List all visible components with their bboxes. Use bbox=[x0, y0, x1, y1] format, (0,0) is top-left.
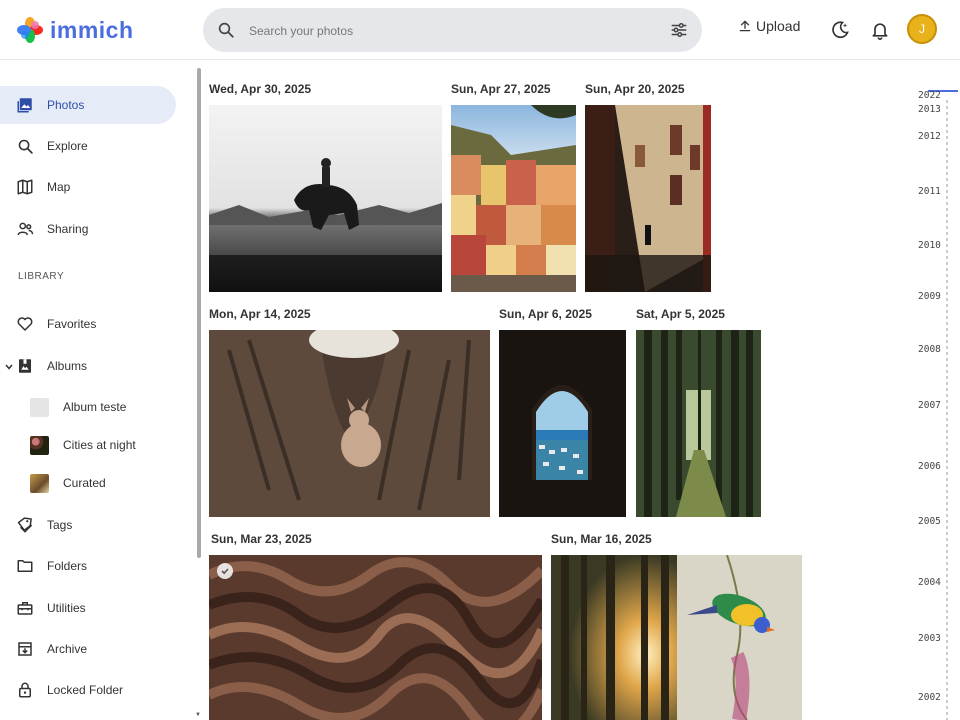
search-bar[interactable] bbox=[203, 8, 702, 52]
timeline-year: 2007 bbox=[918, 400, 941, 411]
album-item-cities-at-night[interactable]: Cities at night bbox=[30, 430, 136, 460]
timeline-year: 2004 bbox=[918, 577, 941, 588]
sharing-icon bbox=[17, 222, 34, 236]
app-logo[interactable]: immich bbox=[16, 16, 134, 44]
scroll-down-arrow-icon[interactable]: ▼ bbox=[195, 712, 201, 718]
photo-thumbnail[interactable] bbox=[677, 555, 802, 720]
tag-icon bbox=[17, 517, 33, 533]
sidebar-item-label: Folders bbox=[47, 559, 88, 573]
app-name: immich bbox=[50, 16, 134, 43]
sidebar-item-favorites[interactable]: Favorites bbox=[0, 305, 176, 343]
sidebar-item-label: Sharing bbox=[47, 222, 89, 236]
photos-icon bbox=[17, 98, 32, 113]
user-avatar[interactable]: J bbox=[907, 14, 937, 44]
timeline-year: 2013 bbox=[918, 104, 941, 115]
sidebar-item-label: Archive bbox=[47, 642, 88, 656]
sidebar-item-albums[interactable]: Albums bbox=[0, 347, 176, 385]
timeline-scrubber[interactable]: 2022 2013 2012 2011 2010 2009 2008 2007 … bbox=[900, 60, 960, 720]
sidebar-item-archive[interactable]: Archive bbox=[0, 630, 176, 668]
sidebar-item-utilities[interactable]: Utilities bbox=[0, 589, 176, 627]
timeline-year: 2005 bbox=[918, 516, 941, 527]
date-group-label: Sun, Mar 16, 2025 bbox=[551, 532, 652, 546]
toolbox-icon bbox=[17, 602, 33, 615]
archive-icon bbox=[18, 642, 32, 656]
folder-icon bbox=[17, 560, 33, 572]
album-label: Cities at night bbox=[63, 438, 136, 452]
sidebar: Photos Explore Map Sharing LIBRARY Favor… bbox=[0, 60, 196, 720]
photo-thumbnail[interactable] bbox=[209, 105, 442, 292]
photo-thumbnail[interactable] bbox=[636, 330, 761, 517]
upload-label: Upload bbox=[756, 18, 801, 34]
library-section-label: LIBRARY bbox=[18, 271, 65, 282]
album-thumbnail bbox=[30, 473, 49, 493]
sidebar-item-label: Map bbox=[47, 180, 71, 194]
timeline-year: 2012 bbox=[918, 131, 941, 142]
sidebar-item-label: Favorites bbox=[47, 317, 97, 331]
immich-logo-icon bbox=[17, 17, 43, 43]
album-thumbnail bbox=[30, 435, 49, 455]
sidebar-item-label: Explore bbox=[47, 139, 88, 153]
album-label: Album teste bbox=[63, 400, 127, 414]
sidebar-item-tags[interactable]: Tags bbox=[0, 506, 176, 544]
search-icon bbox=[218, 22, 234, 38]
timeline-year: 2022 bbox=[918, 90, 941, 101]
date-group-label: Sun, Mar 23, 2025 bbox=[211, 532, 312, 546]
theme-toggle-icon[interactable] bbox=[830, 20, 850, 40]
photo-thumbnail[interactable] bbox=[585, 105, 711, 292]
album-label: Curated bbox=[63, 476, 106, 490]
search-filter-icon[interactable] bbox=[670, 21, 688, 39]
sidebar-item-label: Utilities bbox=[47, 601, 86, 615]
timeline-year: 2009 bbox=[918, 291, 941, 302]
sidebar-item-label: Albums bbox=[47, 359, 88, 373]
date-group-label: Sat, Apr 5, 2025 bbox=[636, 307, 725, 321]
date-group-label: Sun, Apr 27, 2025 bbox=[451, 82, 551, 96]
lock-icon bbox=[19, 682, 31, 698]
sidebar-item-label: Photos bbox=[47, 98, 85, 112]
sidebar-item-photos[interactable]: Photos bbox=[0, 86, 176, 124]
timeline-year: 2006 bbox=[918, 461, 941, 472]
timeline-year: 2010 bbox=[918, 240, 941, 251]
search-input[interactable] bbox=[247, 18, 651, 44]
photo-thumbnail[interactable] bbox=[209, 555, 542, 720]
top-bar: immich Upload J bbox=[0, 0, 960, 60]
select-checkmark-icon[interactable] bbox=[217, 563, 233, 579]
timeline-year: 2002 bbox=[918, 692, 941, 703]
albums-icon bbox=[19, 359, 31, 373]
date-group-label: Mon, Apr 14, 2025 bbox=[209, 307, 311, 321]
sidebar-item-locked-folder[interactable]: Locked Folder bbox=[0, 671, 176, 709]
timeline-year: 2003 bbox=[918, 633, 941, 644]
photo-thumbnail[interactable] bbox=[451, 105, 576, 292]
photo-thumbnail[interactable] bbox=[551, 555, 677, 720]
sidebar-item-label: Tags bbox=[47, 518, 73, 532]
timeline-year: 2011 bbox=[918, 186, 941, 197]
map-icon bbox=[17, 179, 33, 195]
sidebar-scrollbar[interactable] bbox=[197, 68, 201, 558]
album-item-curated[interactable]: Curated bbox=[30, 468, 106, 498]
upload-icon bbox=[739, 20, 751, 32]
sidebar-item-map[interactable]: Map bbox=[0, 168, 176, 206]
sidebar-item-label: Locked Folder bbox=[47, 683, 124, 697]
album-thumbnail bbox=[30, 397, 49, 417]
date-group-label: Wed, Apr 30, 2025 bbox=[209, 82, 312, 96]
sidebar-item-sharing[interactable]: Sharing bbox=[0, 210, 176, 248]
sidebar-item-explore[interactable]: Explore bbox=[0, 127, 176, 165]
date-group-label: Sun, Apr 20, 2025 bbox=[585, 82, 685, 96]
sidebar-item-folders[interactable]: Folders bbox=[0, 547, 176, 585]
photo-thumbnail[interactable] bbox=[209, 330, 490, 517]
heart-icon bbox=[17, 317, 33, 331]
search-icon bbox=[18, 139, 33, 154]
timeline-year: 2008 bbox=[918, 344, 941, 355]
date-group-label: Sun, Apr 6, 2025 bbox=[499, 307, 592, 321]
photo-thumbnail[interactable] bbox=[499, 330, 626, 517]
album-item-album-teste[interactable]: Album teste bbox=[30, 392, 126, 422]
notifications-bell-icon[interactable] bbox=[870, 20, 890, 40]
upload-button[interactable]: Upload bbox=[738, 18, 800, 34]
